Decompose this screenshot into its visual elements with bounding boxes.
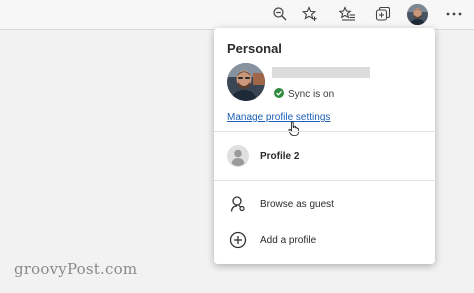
- profile-2-label: Profile 2: [260, 150, 300, 162]
- guest-icon: [226, 192, 250, 216]
- divider: [214, 131, 435, 132]
- sync-check-icon: [274, 85, 284, 103]
- default-profile-icon: [226, 144, 250, 168]
- profile-photo-avatar: [227, 63, 265, 101]
- profile-flyout: Personal Sync is on Manage profile setti…: [214, 28, 435, 264]
- divider: [214, 180, 435, 181]
- add-a-profile-item[interactable]: Add a profile: [214, 224, 435, 256]
- add-circle-icon: [226, 228, 250, 252]
- favorite-star-icon[interactable]: [298, 3, 322, 25]
- favorites-list-icon[interactable]: [335, 3, 359, 25]
- browser-toolbar: [0, 0, 474, 30]
- sync-status: Sync is on: [274, 87, 334, 101]
- zoom-out-icon[interactable]: [268, 3, 292, 25]
- manage-profile-settings-link[interactable]: Manage profile settings: [227, 112, 330, 123]
- browse-as-guest-label: Browse as guest: [260, 198, 334, 210]
- collections-icon[interactable]: [371, 3, 395, 25]
- profile-heading: Personal: [227, 41, 282, 56]
- profile-avatar-icon[interactable]: [407, 4, 428, 25]
- add-a-profile-label: Add a profile: [260, 234, 317, 246]
- sync-status-text: Sync is on: [288, 88, 335, 100]
- redacted-name-bar: [272, 67, 370, 78]
- watermark: groovyPost.com: [14, 260, 138, 278]
- more-options-icon[interactable]: [442, 3, 466, 25]
- profile-2-item[interactable]: Profile 2: [214, 140, 435, 172]
- browse-as-guest-item[interactable]: Browse as guest: [214, 188, 435, 220]
